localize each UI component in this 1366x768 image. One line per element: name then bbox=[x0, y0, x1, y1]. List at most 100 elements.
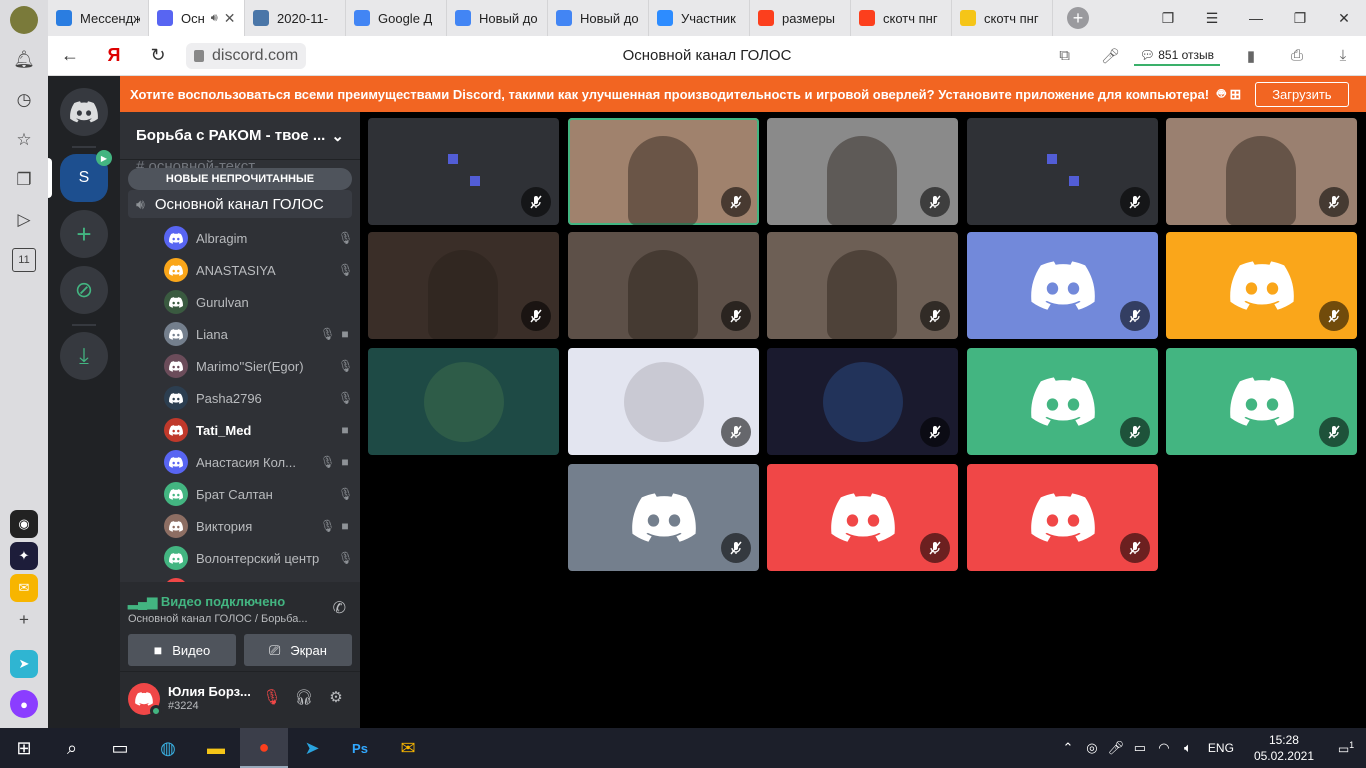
reviews-badge[interactable]: 💬︎ 851 отзыв bbox=[1133, 46, 1220, 66]
participant-tile[interactable] bbox=[568, 118, 759, 225]
windows-start-icon[interactable]: ⊞ bbox=[0, 728, 48, 768]
participant-tile[interactable] bbox=[568, 232, 759, 339]
explore-servers-icon[interactable]: ⊘ bbox=[60, 266, 108, 314]
guild-header[interactable]: Борьба с РАКОМ - твое ... ⌄ bbox=[120, 112, 360, 160]
language-indicator[interactable]: ENG bbox=[1208, 741, 1234, 755]
close-tab-icon[interactable]: ✕ bbox=[224, 10, 236, 27]
new-tab-button[interactable]: + bbox=[1067, 7, 1089, 29]
add-server-button[interactable]: + bbox=[60, 210, 108, 258]
clock[interactable]: 15:28 05.02.2021 bbox=[1254, 732, 1314, 764]
participant-tile[interactable] bbox=[767, 232, 958, 339]
notifications-icon[interactable]: ▭1 bbox=[1326, 740, 1366, 756]
download-button[interactable]: Загрузить bbox=[1255, 81, 1349, 107]
video-button[interactable]: ■ Видео bbox=[128, 634, 236, 666]
calendar-icon[interactable]: 11 bbox=[12, 248, 36, 272]
restore-icon[interactable]: ❐ bbox=[1278, 10, 1322, 27]
participant-tile[interactable] bbox=[368, 118, 559, 225]
headphones-icon[interactable]: 🎧︎ bbox=[292, 688, 316, 712]
participant-tile[interactable] bbox=[967, 348, 1158, 455]
voice-member[interactable]: Marimo''Sier(Egor) 🎙︎ bbox=[164, 352, 353, 380]
volume-icon[interactable]: 🔊︎ bbox=[211, 12, 218, 25]
mail-icon[interactable]: ✉ bbox=[10, 574, 38, 602]
back-icon[interactable]: ← bbox=[48, 45, 92, 66]
task-view-icon[interactable]: ▭ bbox=[96, 728, 144, 768]
menu-icon[interactable]: ☰ bbox=[1190, 10, 1234, 27]
participant-tile[interactable] bbox=[767, 118, 958, 225]
tab-6[interactable]: Участник bbox=[649, 0, 750, 36]
search-icon[interactable]: ⌕ bbox=[48, 728, 96, 768]
screen-share-button[interactable]: ⎚ Экран bbox=[244, 634, 352, 666]
add-app-icon[interactable]: + bbox=[12, 608, 36, 632]
battery-icon[interactable]: ▭ bbox=[1128, 740, 1152, 756]
mail-app-icon[interactable]: ✉ bbox=[384, 728, 432, 768]
close-window-icon[interactable]: ✕ bbox=[1322, 10, 1366, 27]
avatar[interactable] bbox=[128, 683, 162, 717]
voice-member[interactable]: Tati_Med ■ bbox=[164, 416, 352, 444]
participant-tile[interactable] bbox=[368, 232, 559, 339]
tab-7[interactable]: размеры bbox=[750, 0, 851, 36]
minimize-icon[interactable]: — bbox=[1234, 10, 1278, 26]
download-apps-icon[interactable]: ⤓ bbox=[60, 332, 108, 380]
mic-icon[interactable]: 🎤︎ bbox=[1088, 47, 1134, 65]
photoshop-icon[interactable]: Ps bbox=[336, 728, 384, 768]
tab-9[interactable]: скотч пнг bbox=[952, 0, 1053, 36]
edge-icon[interactable]: ◍ bbox=[144, 728, 192, 768]
tabs-menu-icon[interactable]: ❐ bbox=[1146, 10, 1190, 27]
voice-channel-golos[interactable]: 🔊︎ Основной канал ГОЛОС bbox=[128, 190, 352, 218]
yandex-browser-icon[interactable]: ● bbox=[240, 728, 288, 768]
chevron-up-icon[interactable]: ⌃ bbox=[1056, 740, 1080, 756]
send-icon[interactable]: ➤ bbox=[10, 650, 38, 678]
disconnect-icon[interactable]: ✆ bbox=[333, 598, 346, 618]
telegram-icon[interactable]: ➤ bbox=[288, 728, 336, 768]
voice-member[interactable]: Albragim 🎙︎ bbox=[164, 224, 353, 252]
participant-tile[interactable] bbox=[967, 232, 1158, 339]
participant-tile[interactable] bbox=[1166, 232, 1357, 339]
profile-avatar[interactable] bbox=[10, 6, 38, 34]
tab-5[interactable]: Новый до bbox=[548, 0, 649, 36]
voice-member[interactable]: Gurulvan bbox=[164, 288, 352, 316]
voice-channel-path[interactable]: Основной канал ГОЛОС / Борьба... bbox=[128, 613, 318, 625]
settings-gear-icon[interactable]: ⚙ bbox=[324, 688, 348, 712]
history-icon[interactable]: ◷ bbox=[12, 88, 36, 112]
extensions-icon[interactable]: ⎙ bbox=[1274, 47, 1320, 64]
tab-2[interactable]: 2020-11- bbox=[245, 0, 346, 36]
voice-member[interactable]: Виктория 🎙︎ ■ bbox=[164, 512, 352, 540]
tab-0[interactable]: Мессендж bbox=[48, 0, 149, 36]
collections-icon[interactable]: ❐ bbox=[12, 168, 36, 192]
participant-tile[interactable] bbox=[967, 118, 1158, 225]
participant-tile[interactable] bbox=[568, 348, 759, 455]
voice-member[interactable]: Pasha2796 🎙︎ bbox=[164, 384, 353, 412]
participant-tile[interactable] bbox=[767, 464, 958, 571]
microphone-icon[interactable]: 🎤︎ bbox=[1104, 740, 1128, 756]
copy-icon[interactable]: ⧉ bbox=[1042, 47, 1088, 64]
volume-icon[interactable]: 🔈︎ bbox=[1176, 740, 1200, 756]
webcam-icon[interactable]: ◎ bbox=[1080, 740, 1104, 756]
sparkle-icon[interactable]: ✦ bbox=[10, 542, 38, 570]
voice-member[interactable]: Волонтерский центр 🎙︎ bbox=[164, 544, 353, 572]
alice-icon[interactable]: ● bbox=[10, 690, 38, 718]
alice-camera-icon[interactable]: ◉ bbox=[10, 510, 38, 538]
voice-member[interactable]: ANASTASIYA 🎙︎ bbox=[164, 256, 353, 284]
yandex-logo-icon[interactable]: Я bbox=[92, 45, 136, 66]
participant-tile[interactable] bbox=[368, 348, 559, 455]
participant-tile[interactable] bbox=[1166, 118, 1357, 225]
server-icon-borba[interactable]: S ▶ bbox=[60, 150, 112, 202]
tab-3[interactable]: Google Д bbox=[346, 0, 447, 36]
reload-icon[interactable]: ↻ bbox=[136, 45, 180, 66]
voice-member[interactable]: Liana 🎙︎ ■ bbox=[164, 320, 352, 348]
wifi-icon[interactable]: ◠ bbox=[1152, 740, 1176, 756]
tab-8[interactable]: скотч пнг bbox=[851, 0, 952, 36]
download-icon[interactable]: ⤓ bbox=[1320, 47, 1366, 64]
voice-member[interactable]: Анастасия Кол... 🎙︎ ■ bbox=[164, 448, 352, 476]
mute-mic-icon[interactable]: 🎙︎ bbox=[260, 688, 284, 712]
participant-tile[interactable] bbox=[568, 464, 759, 571]
tab-4[interactable]: Новый до bbox=[447, 0, 548, 36]
voice-member[interactable]: Брат Салтан 🎙︎ bbox=[164, 480, 353, 508]
file-explorer-icon[interactable]: ▬ bbox=[192, 728, 240, 768]
url-field[interactable]: discord.com bbox=[186, 42, 307, 69]
participant-tile[interactable] bbox=[767, 348, 958, 455]
play-icon[interactable]: ▷ bbox=[12, 208, 36, 232]
star-icon[interactable]: ☆ bbox=[12, 128, 36, 152]
tab-1[interactable]: Осн 🔊︎ ✕ bbox=[149, 0, 245, 36]
participant-tile[interactable] bbox=[967, 464, 1158, 571]
